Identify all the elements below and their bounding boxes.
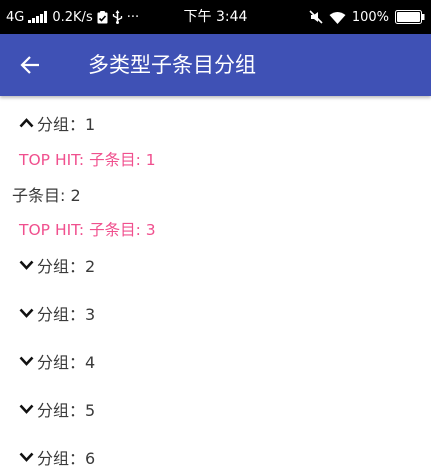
group-header-1[interactable]: 分组：1 bbox=[0, 103, 431, 143]
group-label: 分组：3 bbox=[37, 305, 96, 324]
group-header-4[interactable]: 分组：4 bbox=[0, 341, 431, 381]
page-title: 多类型子条目分组 bbox=[88, 53, 256, 77]
group-header-5[interactable]: 分组：5 bbox=[0, 389, 431, 429]
child-item-1[interactable]: TOP HIT: 子条目: 1 bbox=[0, 142, 431, 176]
group-header-3[interactable]: 分组：3 bbox=[0, 293, 431, 333]
chevron-up-icon bbox=[19, 116, 34, 131]
app-bar: 多类型子条目分组 bbox=[0, 34, 431, 96]
child-label: TOP HIT: 子条目: 1 bbox=[19, 151, 156, 169]
mute-icon bbox=[309, 10, 323, 24]
status-bar: 4G 0.2K/s ··· 下午 3:44 100% bbox=[0, 0, 431, 34]
child-label: 子条目: 2 bbox=[12, 186, 81, 205]
screen: 4G 0.2K/s ··· 下午 3:44 100% 多类型子条目分组 分组：1… bbox=[0, 0, 431, 471]
status-time: 下午 3:44 bbox=[183, 9, 248, 25]
group-header-2[interactable]: 分组：2 bbox=[0, 245, 431, 285]
group-label: 分组：2 bbox=[37, 257, 96, 276]
group-label: 分组：6 bbox=[37, 449, 96, 468]
wifi-icon bbox=[329, 11, 346, 24]
battery-icon bbox=[395, 10, 425, 24]
status-right: 100% bbox=[309, 0, 425, 34]
child-item-2[interactable]: 子条目: 2 bbox=[0, 177, 431, 211]
battery-percent: 100% bbox=[351, 9, 389, 25]
arrow-left-icon bbox=[19, 54, 41, 76]
group-label: 分组：1 bbox=[37, 115, 96, 134]
group-label: 分组：5 bbox=[37, 401, 96, 420]
chevron-down-icon bbox=[19, 402, 34, 417]
chevron-down-icon bbox=[19, 258, 34, 273]
group-header-6[interactable]: 分组：6 bbox=[0, 437, 431, 471]
chevron-down-icon bbox=[19, 306, 34, 321]
back-button[interactable] bbox=[16, 51, 44, 79]
child-item-3[interactable]: TOP HIT: 子条目: 3 bbox=[0, 212, 431, 246]
group-label: 分组：4 bbox=[37, 353, 96, 372]
chevron-down-icon bbox=[19, 354, 34, 369]
child-label: TOP HIT: 子条目: 3 bbox=[19, 221, 156, 239]
chevron-down-icon bbox=[19, 450, 34, 465]
